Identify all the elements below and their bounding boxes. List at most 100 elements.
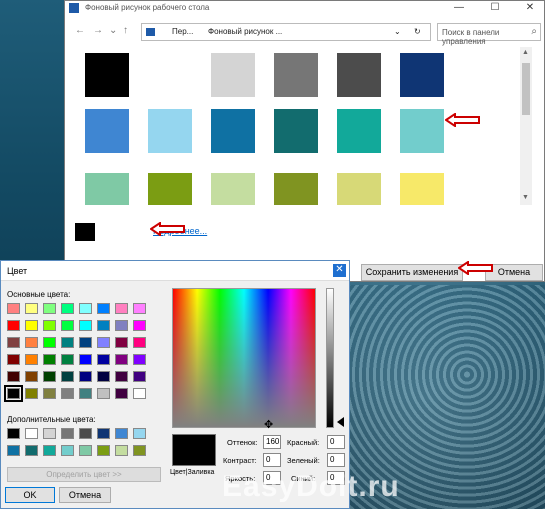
basic-color-cell[interactable] (97, 320, 110, 331)
basic-color-cell[interactable] (97, 337, 110, 348)
color-swatch[interactable] (85, 109, 129, 153)
basic-color-cell[interactable] (25, 388, 38, 399)
basic-color-cell[interactable] (79, 303, 92, 314)
color-swatch[interactable] (85, 53, 129, 97)
basic-color-cell[interactable] (7, 337, 20, 348)
scroll-thumb[interactable] (522, 63, 530, 115)
basic-color-cell[interactable] (133, 371, 146, 382)
basic-color-cell[interactable] (25, 337, 38, 348)
luminance-pointer-icon[interactable] (337, 417, 344, 427)
basic-color-cell[interactable] (97, 388, 110, 399)
color-swatch[interactable] (400, 53, 444, 97)
custom-color-cell[interactable] (43, 428, 56, 439)
basic-color-cell[interactable] (4, 385, 23, 402)
basic-color-cell[interactable] (61, 320, 74, 331)
color-swatch[interactable] (85, 173, 129, 205)
custom-color-cell[interactable] (133, 445, 146, 456)
custom-color-cell[interactable] (25, 428, 38, 439)
minimize-button[interactable]: — (445, 1, 473, 16)
dialog-close-button[interactable]: ✕ (333, 264, 346, 277)
basic-color-cell[interactable] (7, 320, 20, 331)
basic-color-cell[interactable] (43, 354, 56, 365)
breadcrumb-item[interactable]: Пер... (172, 27, 193, 36)
basic-color-cell[interactable] (115, 388, 128, 399)
hue-field[interactable]: 160 (263, 435, 281, 449)
forward-arrow-icon[interactable]: → (93, 25, 103, 36)
custom-color-cell[interactable] (25, 445, 38, 456)
up-arrow-icon[interactable]: ↑ (123, 25, 128, 36)
basic-color-cell[interactable] (61, 303, 74, 314)
breadcrumb-item[interactable]: Фоновый рисунок ... (208, 27, 282, 36)
green-field[interactable]: 0 (327, 453, 345, 467)
basic-color-cell[interactable] (43, 320, 56, 331)
color-swatch[interactable] (400, 109, 444, 153)
basic-color-cell[interactable] (115, 371, 128, 382)
custom-color-cell[interactable] (61, 428, 74, 439)
close-button[interactable]: ✕ (516, 1, 544, 16)
refresh-icon[interactable]: ↻ (414, 27, 421, 36)
basic-color-cell[interactable] (25, 320, 38, 331)
basic-color-cell[interactable] (61, 354, 74, 365)
define-custom-colors-button[interactable]: Определить цвет >> (7, 467, 161, 482)
basic-color-cell[interactable] (7, 303, 20, 314)
recent-dropdown-icon[interactable]: ⌄ (109, 25, 117, 36)
color-swatch[interactable] (211, 109, 255, 153)
custom-color-cell[interactable] (61, 445, 74, 456)
color-swatch[interactable] (337, 173, 381, 205)
custom-color-cell[interactable] (115, 428, 128, 439)
scrollbar[interactable]: ▲ ▼ (520, 47, 532, 205)
luminance-slider[interactable] (326, 288, 334, 428)
basic-color-cell[interactable] (61, 371, 74, 382)
basic-color-cell[interactable] (133, 388, 146, 399)
chevron-down-icon[interactable]: ⌄ (394, 27, 401, 36)
basic-color-cell[interactable] (43, 371, 56, 382)
maximize-button[interactable]: ☐ (481, 1, 509, 16)
basic-color-cell[interactable] (79, 320, 92, 331)
ok-button[interactable]: OK (5, 487, 55, 503)
basic-color-cell[interactable] (79, 354, 92, 365)
custom-color-cell[interactable] (79, 445, 92, 456)
basic-color-cell[interactable] (97, 371, 110, 382)
basic-color-cell[interactable] (97, 354, 110, 365)
basic-color-cell[interactable] (79, 388, 92, 399)
color-swatch[interactable] (400, 173, 444, 205)
saturation-field[interactable]: 0 (263, 453, 281, 467)
basic-color-cell[interactable] (7, 371, 20, 382)
scroll-up-icon[interactable]: ▲ (522, 49, 529, 56)
color-swatch[interactable] (274, 173, 318, 205)
back-arrow-icon[interactable]: ← (75, 25, 85, 36)
basic-color-cell[interactable] (115, 320, 128, 331)
color-swatch[interactable] (148, 109, 192, 153)
color-swatch[interactable] (148, 173, 192, 205)
basic-color-cell[interactable] (43, 388, 56, 399)
custom-color-cell[interactable] (43, 445, 56, 456)
scroll-down-icon[interactable]: ▼ (522, 194, 529, 201)
custom-color-cell[interactable] (7, 445, 20, 456)
address-bar[interactable]: Пер... Фоновый рисунок ... ⌄ ↻ (141, 23, 431, 41)
cancel-button[interactable]: Отмена (59, 487, 111, 503)
basic-color-cell[interactable] (43, 337, 56, 348)
basic-color-cell[interactable] (25, 371, 38, 382)
custom-color-cell[interactable] (115, 445, 128, 456)
basic-color-cell[interactable] (25, 303, 38, 314)
basic-color-cell[interactable] (97, 303, 110, 314)
save-changes-button[interactable]: Сохранить изменения (361, 264, 463, 281)
custom-color-cell[interactable] (79, 428, 92, 439)
basic-color-cell[interactable] (25, 354, 38, 365)
color-swatch[interactable] (337, 53, 381, 97)
custom-color-cell[interactable] (97, 428, 110, 439)
basic-color-cell[interactable] (115, 354, 128, 365)
basic-color-cell[interactable] (133, 354, 146, 365)
basic-color-cell[interactable] (133, 320, 146, 331)
custom-color-cell[interactable] (7, 428, 20, 439)
basic-color-cell[interactable] (43, 303, 56, 314)
color-swatch[interactable] (337, 109, 381, 153)
basic-color-cell[interactable] (79, 371, 92, 382)
color-swatch[interactable] (211, 53, 255, 97)
basic-color-cell[interactable] (115, 337, 128, 348)
basic-color-cell[interactable] (61, 337, 74, 348)
basic-color-cell[interactable] (7, 354, 20, 365)
color-swatch[interactable] (148, 53, 192, 97)
basic-color-cell[interactable] (79, 337, 92, 348)
basic-color-cell[interactable] (133, 303, 146, 314)
